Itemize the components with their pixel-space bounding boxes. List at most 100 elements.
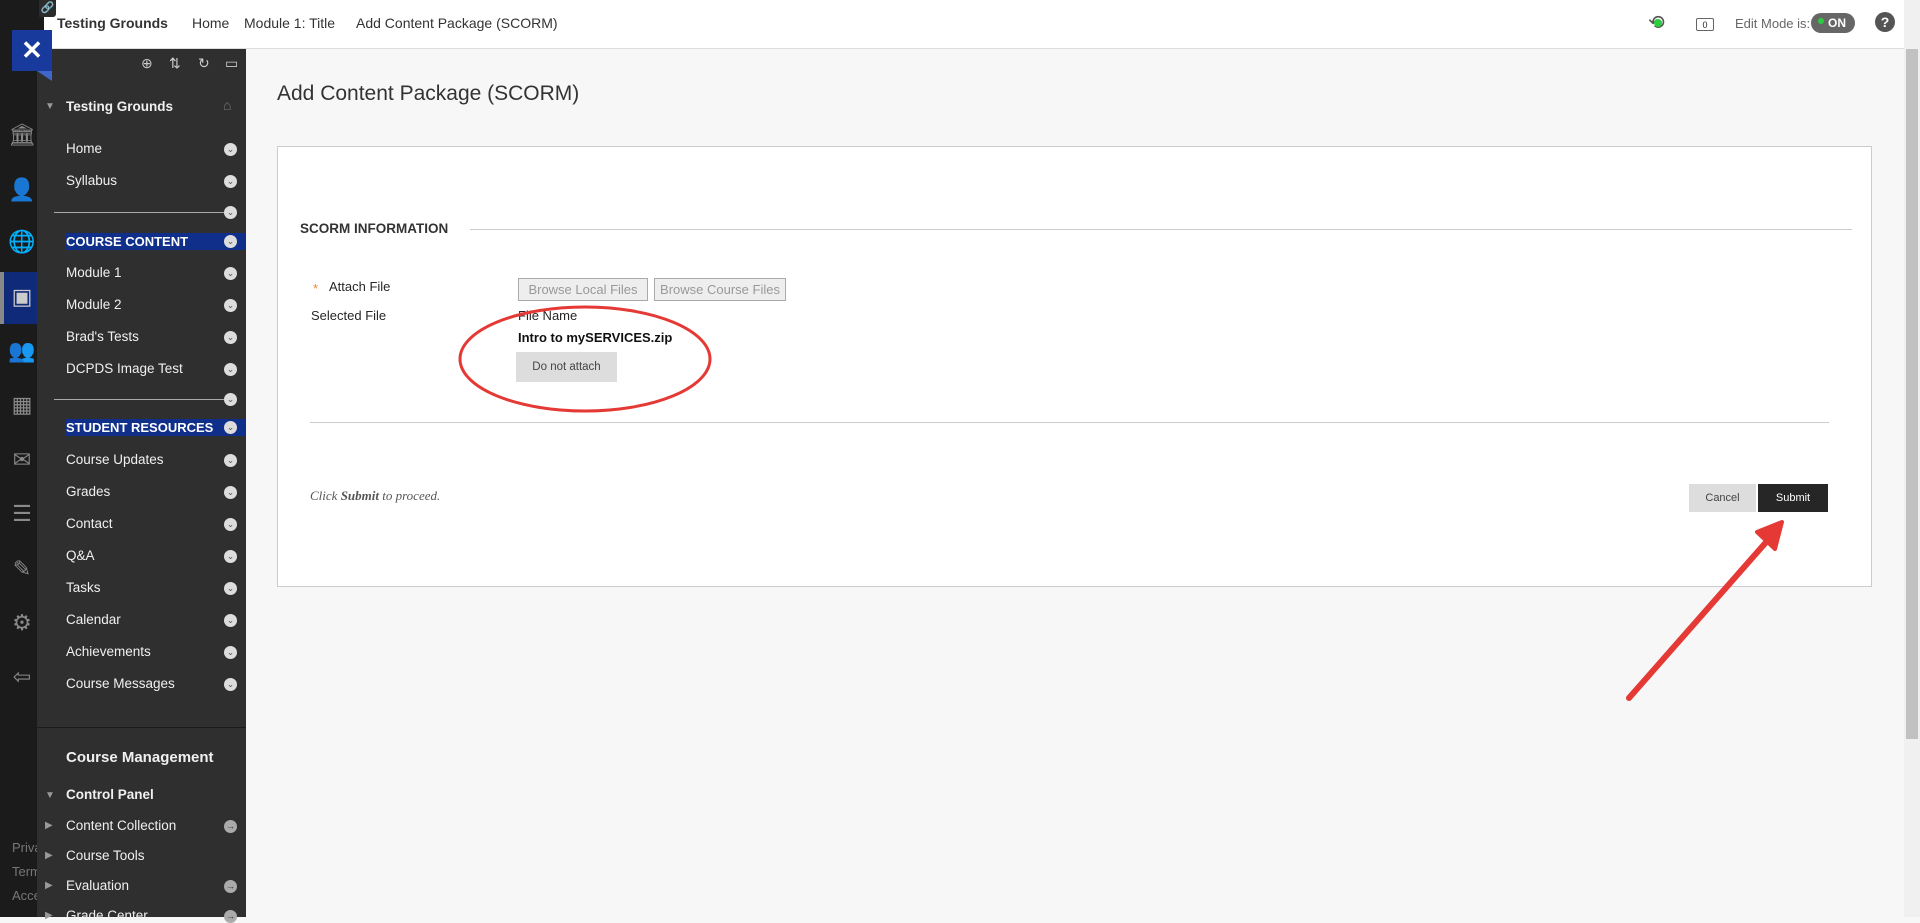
form-divider <box>310 422 1829 423</box>
menu-item-module-1[interactable]: Module 1 <box>66 265 122 280</box>
chevron-down-icon[interactable]: ⌄ <box>224 614 237 627</box>
browse-local-files-button[interactable]: Browse Local Files <box>518 278 648 301</box>
chevron-down-icon[interactable]: ⌄ <box>224 421 237 434</box>
course-menu: ⊕ ⇅ ↻ ▭ ▼ Testing Grounds ⌂ Home ⌄ Syllab… <box>37 49 246 923</box>
globe-icon[interactable]: 🌐 <box>8 228 36 256</box>
edit-mode-label: Edit Mode is: <box>1735 16 1811 31</box>
menu-item-syllabus[interactable]: Syllabus <box>66 173 117 188</box>
menu-item-grades[interactable]: Grades <box>66 484 110 499</box>
home-icon[interactable]: ⌂ <box>223 97 231 113</box>
breadcrumb-current: Add Content Package (SCORM) <box>356 15 558 31</box>
breadcrumb-home[interactable]: Home <box>192 15 229 31</box>
menu-item-home[interactable]: Home <box>66 141 102 156</box>
close-menu-button[interactable]: ✕ <box>12 30 52 71</box>
messages-icon[interactable]: ✉ <box>8 446 36 474</box>
lock-icon[interactable]: 0 <box>1696 18 1714 31</box>
collapse-icon[interactable]: ▼ <box>45 101 55 112</box>
menu-header-label: STUDENT RESOURCES <box>66 420 214 435</box>
calendar-icon[interactable]: ▦ <box>8 391 36 419</box>
section-rule <box>470 229 1852 230</box>
menu-item-brads-tests[interactable]: Brad's Tests <box>66 329 139 344</box>
admin-icon[interactable]: ⚙ <box>8 609 36 637</box>
courses-icon[interactable]: ▣ <box>8 283 36 311</box>
menu-course-title[interactable]: Testing Grounds <box>66 99 173 114</box>
menu-item-tasks[interactable]: Tasks <box>66 580 101 595</box>
cp-content-collection[interactable]: Content Collection <box>66 818 176 833</box>
profile-icon[interactable]: 👤 <box>8 176 36 204</box>
page-title: Add Content Package (SCORM) <box>277 82 580 105</box>
menu-item-course-messages[interactable]: Course Messages <box>66 676 175 691</box>
chevron-down-icon[interactable]: ⌄ <box>224 550 237 563</box>
cp-grade-center[interactable]: Grade Center <box>66 908 148 923</box>
chevron-down-icon[interactable]: ⌄ <box>224 363 237 376</box>
chevron-down-icon[interactable]: ⌄ <box>224 646 237 659</box>
edit-mode-value: ON <box>1828 16 1846 30</box>
chevron-down-icon[interactable]: ⌄ <box>224 235 237 248</box>
menu-item-dcpds[interactable]: DCPDS Image Test <box>66 361 183 376</box>
chevron-down-icon[interactable]: ⌄ <box>224 582 237 595</box>
expand-icon[interactable]: ▶ <box>45 850 53 861</box>
menu-item-calendar[interactable]: Calendar <box>66 612 121 627</box>
section-heading: SCORM INFORMATION <box>300 221 449 236</box>
arrow-right-icon[interactable]: → <box>224 820 237 833</box>
chevron-down-icon[interactable]: ⌄ <box>224 267 237 280</box>
selected-file-label: Selected File <box>311 308 387 323</box>
submit-button[interactable]: Submit <box>1758 484 1828 512</box>
attach-file-label: Attach File <box>329 279 391 294</box>
organizations-icon[interactable]: 👥 <box>8 337 36 365</box>
menu-item-qa[interactable]: Q&A <box>66 548 95 563</box>
top-bar: Testing Grounds Home Module 1: Title Add… <box>44 0 1904 49</box>
cp-course-tools[interactable]: Course Tools <box>66 848 145 863</box>
scrollbar-thumb[interactable] <box>1906 49 1918 739</box>
expand-icon[interactable]: ▶ <box>45 880 53 891</box>
institution-icon[interactable]: 🏛 <box>8 121 36 149</box>
section-divider <box>37 727 246 728</box>
menu-header-course-content[interactable]: COURSE CONTENT <box>66 233 246 250</box>
chevron-down-icon[interactable]: ⌄ <box>224 175 237 188</box>
required-icon: * <box>313 281 319 296</box>
chevron-down-icon[interactable]: ⌄ <box>224 299 237 312</box>
menu-item-achievements[interactable]: Achievements <box>66 644 151 659</box>
edit-icon[interactable]: ✎ <box>8 555 36 583</box>
arrow-right-icon[interactable]: → <box>224 880 237 893</box>
file-name-header: File Name <box>518 308 578 323</box>
link-icon[interactable]: 🔗 <box>39 0 56 17</box>
browse-course-files-button[interactable]: Browse Course Files <box>654 278 786 301</box>
do-not-attach-button[interactable]: Do not attach <box>516 352 617 382</box>
close-button-fold <box>37 71 52 81</box>
expand-icon[interactable]: ▶ <box>45 910 53 921</box>
menu-item-module-2[interactable]: Module 2 <box>66 297 122 312</box>
chevron-down-icon[interactable]: ⌄ <box>224 331 237 344</box>
edit-mode-toggle[interactable]: ON <box>1811 13 1855 33</box>
collapse-icon[interactable]: ▼ <box>45 790 55 801</box>
cancel-button[interactable]: Cancel <box>1689 484 1756 512</box>
chevron-down-icon[interactable]: ⌄ <box>224 518 237 531</box>
course-title[interactable]: Testing Grounds <box>57 15 168 31</box>
menu-item-contact[interactable]: Contact <box>66 516 113 531</box>
chevron-down-icon[interactable]: ⌄ <box>224 678 237 691</box>
chevron-down-icon[interactable]: ⌄ <box>224 143 237 156</box>
help-icon[interactable]: ? <box>1875 12 1895 32</box>
menu-divider <box>54 212 224 213</box>
chevron-down-icon[interactable]: ⌄ <box>224 206 237 219</box>
student-preview-icon[interactable]: ⟲ <box>1648 10 1665 35</box>
lock-count: 0 <box>1702 20 1708 30</box>
grades-icon[interactable]: ☰ <box>8 500 36 528</box>
cp-evaluation[interactable]: Evaluation <box>66 878 129 893</box>
sign-out-icon[interactable]: ⇦ <box>8 663 36 691</box>
reorder-icon[interactable]: ⇅ <box>169 55 181 72</box>
chevron-down-icon[interactable]: ⌄ <box>224 454 237 467</box>
menu-header-label: COURSE CONTENT <box>66 234 189 249</box>
menu-divider <box>54 399 224 400</box>
menu-header-student-resources[interactable]: STUDENT RESOURCES <box>66 419 246 436</box>
chevron-down-icon[interactable]: ⌄ <box>224 393 237 406</box>
folder-view-icon[interactable]: ▭ <box>225 55 238 72</box>
add-menu-item-icon[interactable]: ⊕ <box>141 55 153 72</box>
breadcrumb-module[interactable]: Module 1: Title <box>244 15 335 31</box>
chevron-down-icon[interactable]: ⌄ <box>224 486 237 499</box>
submit-instruction: Click Submit to proceed. <box>310 488 441 503</box>
expand-icon[interactable]: ▶ <box>45 820 53 831</box>
refresh-icon[interactable]: ↻ <box>198 55 210 72</box>
menu-item-course-updates[interactable]: Course Updates <box>66 452 164 467</box>
control-panel-heading[interactable]: Control Panel <box>66 787 154 802</box>
